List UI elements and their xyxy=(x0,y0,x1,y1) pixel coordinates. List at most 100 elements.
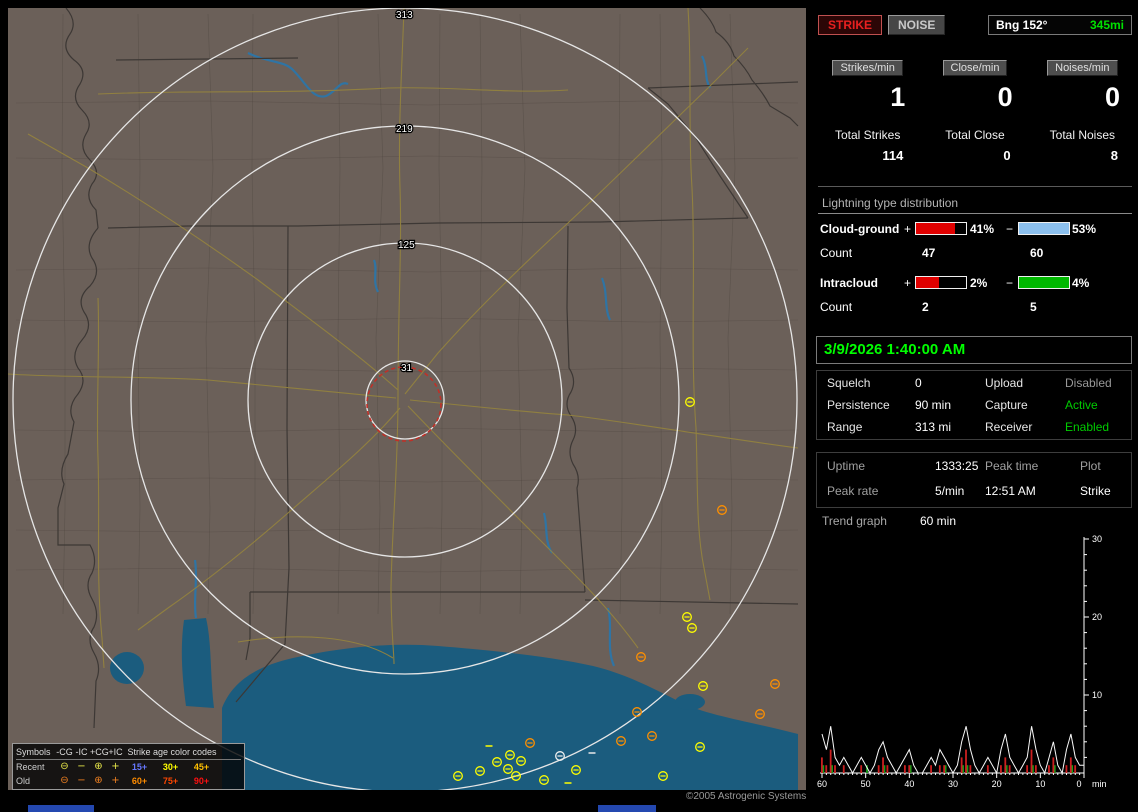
legend-col-pcg: +CG xyxy=(90,747,107,757)
capture-label: Capture xyxy=(985,398,1028,412)
peak-time-value: 12:51 AM xyxy=(985,484,1036,498)
datetime-display: 3/9/2026 1:40:00 AM xyxy=(816,336,1132,364)
squelch-value: 0 xyxy=(915,376,922,390)
noises-per-min-button[interactable]: Noises/min xyxy=(1047,60,1117,76)
strike-mode-button[interactable]: STRIKE xyxy=(818,15,882,35)
legend-recent-label: Recent xyxy=(16,762,56,772)
peak-rate-label: Peak rate xyxy=(827,484,878,498)
map-legend: Symbols -CG -IC +CG +IC Strike age color… xyxy=(12,743,245,790)
svg-text:10: 10 xyxy=(1035,779,1045,789)
circle-minus-icon: ⊖ xyxy=(56,762,73,772)
svg-text:60: 60 xyxy=(817,779,827,789)
map-canvas: 31321912531 xyxy=(8,8,806,790)
totals-labels-row: Total Strikes Total Close Total Noises xyxy=(814,128,1136,142)
total-noises-label: Total Noises xyxy=(1029,128,1136,142)
legend-col-pic: +IC xyxy=(107,747,124,757)
uptime-value: 1333:25 xyxy=(935,459,978,473)
plot-value: Strike xyxy=(1080,484,1111,498)
age-60: 60+ xyxy=(124,776,155,786)
total-noises-value: 8 xyxy=(1029,148,1136,163)
svg-text:30: 30 xyxy=(1092,534,1102,544)
rate-buttons-row: Strikes/min Close/min Noises/min xyxy=(814,60,1136,76)
range-label: Range xyxy=(827,420,862,434)
total-strikes-value: 114 xyxy=(814,148,921,163)
total-strikes-label: Total Strikes xyxy=(814,128,921,142)
stats-row: Uptime 1333:25 Peak time Plot xyxy=(817,456,1131,478)
mode-toolbar: STRIKE NOISE Bng 152° 345mi xyxy=(818,14,1132,36)
cg-minus-percent: 53% xyxy=(1072,222,1096,236)
svg-text:219: 219 xyxy=(396,124,413,135)
age-45: 45+ xyxy=(186,762,217,772)
trend-graph-label: Trend graph xyxy=(822,514,887,528)
legend-age-title: Strike age color codes xyxy=(124,747,220,757)
receiver-status: Enabled xyxy=(1065,420,1109,434)
settings-box: Squelch 0 Upload Disabled Persistence 90… xyxy=(816,370,1132,440)
stats-box: Uptime 1333:25 Peak time Plot Peak rate … xyxy=(816,452,1132,508)
cg-plus-percent: 41% xyxy=(970,222,994,236)
strikes-per-min-button[interactable]: Strikes/min xyxy=(832,60,902,76)
copyright-text: ©2005 Astrogenic Systems xyxy=(686,791,806,802)
svg-text:20: 20 xyxy=(992,779,1002,789)
ic-plus-bar xyxy=(915,276,967,289)
upload-status: Disabled xyxy=(1065,376,1112,390)
distribution-title: Lightning type distribution xyxy=(818,196,1132,214)
cloud-ground-row: Cloud-ground + 41% − 53% xyxy=(812,222,1138,238)
trend-header: Trend graph 60 min xyxy=(812,514,1138,530)
totals-values-row: 114 0 8 xyxy=(814,148,1136,163)
minus-icon: − xyxy=(73,762,90,772)
separator xyxy=(818,186,1132,187)
bearing-box: Bng 152° 345mi xyxy=(988,15,1132,35)
lightning-map[interactable]: 31321912531 Symbols -CG -IC +CG +IC Stri… xyxy=(8,8,806,790)
svg-text:30: 30 xyxy=(948,779,958,789)
legend-col-ncg: -CG xyxy=(56,747,73,757)
age-30: 30+ xyxy=(155,762,186,772)
close-per-min-value: 0 xyxy=(921,82,1028,112)
squelch-label: Squelch xyxy=(827,376,870,390)
bearing-label: Bng 152° xyxy=(996,18,1047,32)
svg-text:125: 125 xyxy=(398,240,415,251)
ic-minus-count: 5 xyxy=(1030,300,1037,314)
cloud-ground-label: Cloud-ground xyxy=(820,222,899,236)
svg-text:50: 50 xyxy=(861,779,871,789)
legend-col-nic: -IC xyxy=(73,747,90,757)
minus-sign: − xyxy=(1006,276,1013,290)
settings-row: Range 313 mi Receiver Enabled xyxy=(817,417,1131,437)
ic-plus-percent: 2% xyxy=(970,276,987,290)
range-value: 313 mi xyxy=(915,420,951,434)
svg-text:min: min xyxy=(1092,779,1107,789)
close-per-min-button[interactable]: Close/min xyxy=(943,60,1008,76)
peak-rate-value: 5/min xyxy=(935,484,964,498)
noise-mode-button[interactable]: NOISE xyxy=(888,15,945,35)
legend-old-label: Old xyxy=(16,776,56,786)
settings-row: Persistence 90 min Capture Active xyxy=(817,395,1131,415)
trend-window-value: 60 min xyxy=(920,514,956,528)
ic-minus-bar xyxy=(1018,276,1070,289)
plus-icon: + xyxy=(107,762,124,772)
plus-sign: + xyxy=(904,276,911,290)
persistence-value: 90 min xyxy=(915,398,951,412)
rate-values-row: 1 0 0 xyxy=(814,82,1136,112)
intracloud-row: Intracloud + 2% − 4% xyxy=(812,276,1138,292)
svg-text:313: 313 xyxy=(396,10,413,21)
upload-label: Upload xyxy=(985,376,1023,390)
noises-per-min-value: 0 xyxy=(1029,82,1136,112)
cg-minus-bar xyxy=(1018,222,1070,235)
circle-plus-icon: ⊕ xyxy=(90,762,107,772)
count-label: Count xyxy=(820,300,852,314)
capture-status: Active xyxy=(1065,398,1098,412)
uptime-label: Uptime xyxy=(827,459,865,473)
trend-graph: 1020306050403020100min xyxy=(812,530,1138,800)
circle-minus-icon: ⊖ xyxy=(56,776,73,786)
legend-row-recent: Recent ⊖ − ⊕ + 15+ 30+ 45+ xyxy=(16,760,241,774)
legend-symbols-header: Symbols xyxy=(16,747,56,757)
legend-header: Symbols -CG -IC +CG +IC Strike age color… xyxy=(16,745,241,760)
ic-count-row: Count 2 5 xyxy=(812,300,1138,316)
app-window: 31321912531 Symbols -CG -IC +CG +IC Stri… xyxy=(0,0,1138,812)
plus-sign: + xyxy=(904,222,911,236)
legend-row-old: Old ⊖ − ⊕ + 60+ 75+ 90+ xyxy=(16,774,241,788)
age-75: 75+ xyxy=(155,776,186,786)
minus-sign: − xyxy=(1006,222,1013,236)
total-close-value: 0 xyxy=(921,148,1028,163)
circle-plus-icon: ⊕ xyxy=(90,776,107,786)
intracloud-label: Intracloud xyxy=(820,276,878,290)
